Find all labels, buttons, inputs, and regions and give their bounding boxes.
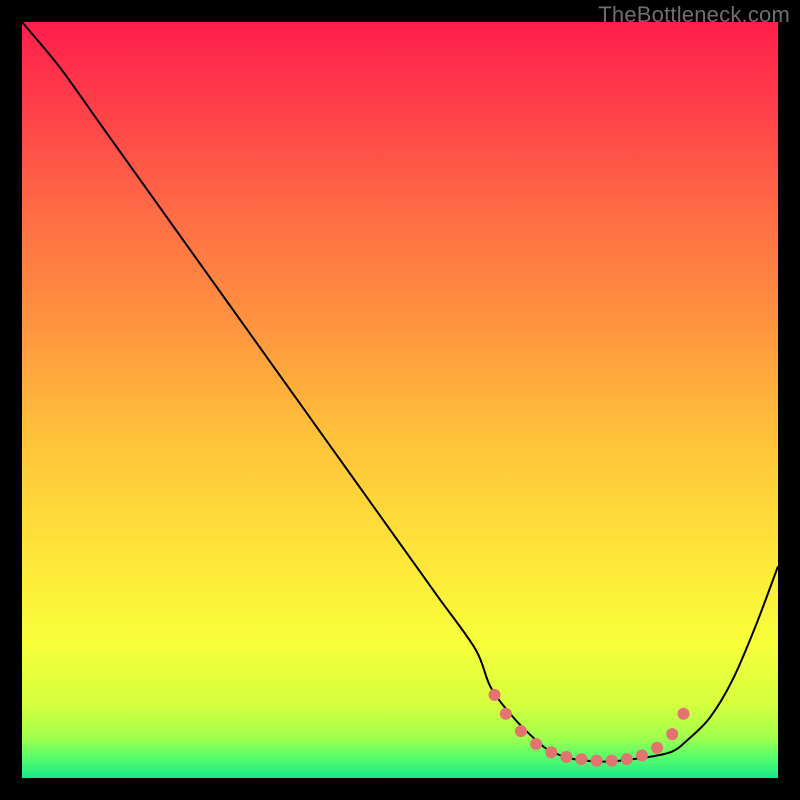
- optimal-dot: [678, 708, 690, 720]
- plot-area: [22, 22, 778, 778]
- optimal-dot: [530, 738, 542, 750]
- optimal-dot: [636, 749, 648, 761]
- optimal-dot: [545, 746, 557, 758]
- bottleneck-chart: [22, 22, 778, 778]
- optimal-dot: [575, 753, 587, 765]
- optimal-dot: [606, 755, 618, 767]
- gradient-background: [22, 22, 778, 778]
- optimal-dot: [489, 689, 501, 701]
- optimal-dot: [500, 708, 512, 720]
- optimal-dot: [666, 728, 678, 740]
- optimal-dot: [515, 725, 527, 737]
- optimal-dot: [560, 751, 572, 763]
- chart-frame: TheBottleneck.com: [0, 0, 800, 800]
- optimal-dot: [621, 753, 633, 765]
- optimal-dot: [651, 742, 663, 754]
- optimal-dot: [591, 755, 603, 767]
